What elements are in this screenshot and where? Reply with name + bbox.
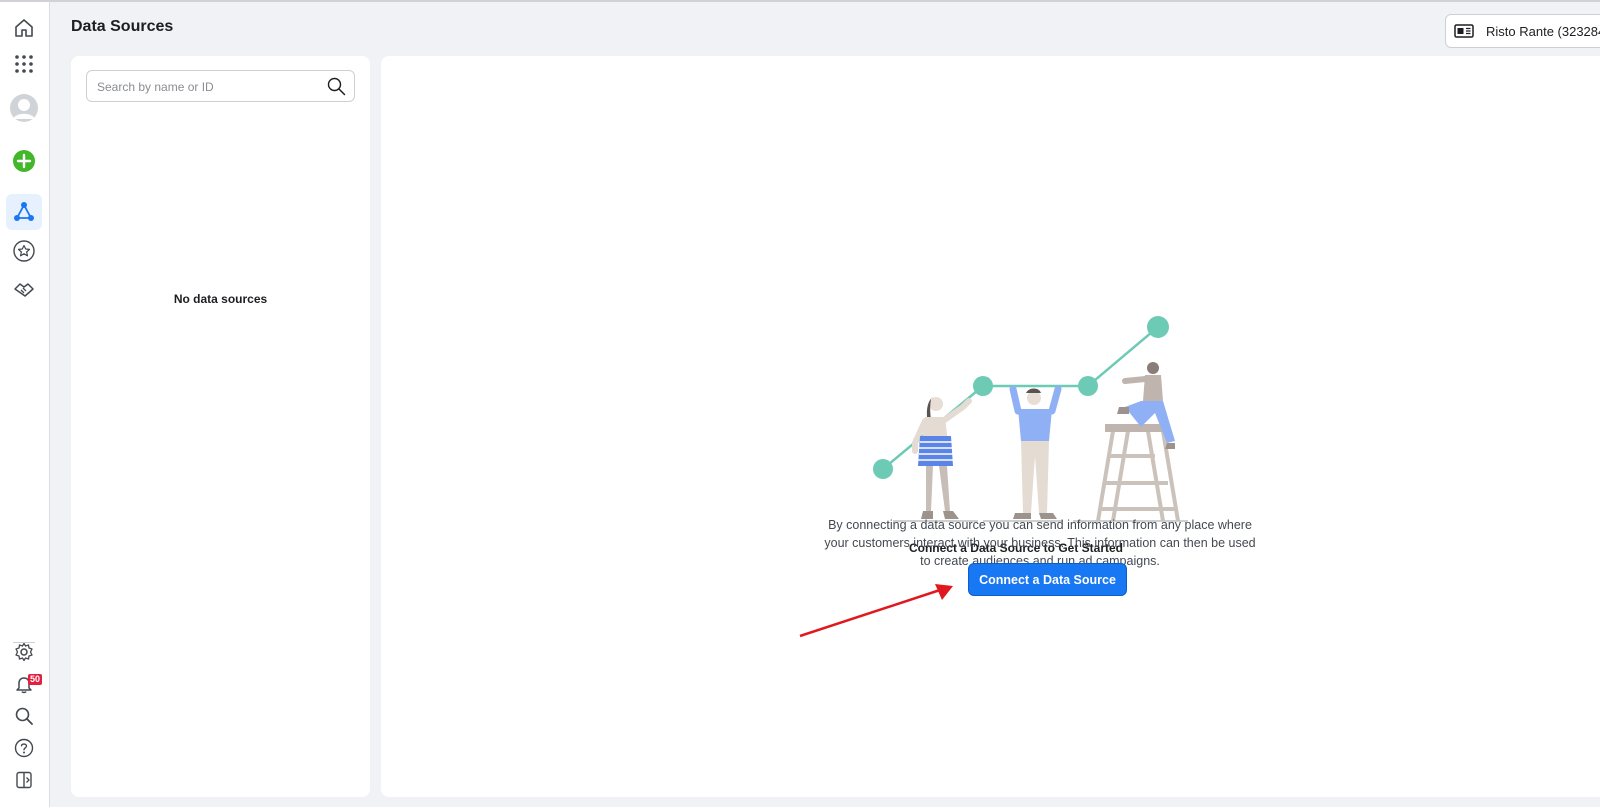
- business-account-switcher[interactable]: Risto Rante (3232845: [1445, 14, 1600, 48]
- empty-state-description: By connecting a data source you can send…: [824, 517, 1256, 568]
- help-icon: [14, 738, 34, 758]
- create-plus-icon: [13, 150, 35, 172]
- search-icon: [15, 707, 33, 725]
- search-input[interactable]: [95, 76, 319, 98]
- settings-gear-icon: [15, 642, 33, 662]
- top-border: [0, 0, 1600, 2]
- create-button[interactable]: [6, 143, 42, 179]
- star-icon: [13, 240, 35, 262]
- search-field[interactable]: [86, 70, 355, 102]
- panel-toggle-icon: [16, 771, 32, 789]
- panel-toggle-button[interactable]: [6, 762, 42, 798]
- data-sources-list-panel: No data sources: [71, 56, 370, 797]
- data-sources-icon: [14, 202, 34, 221]
- left-nav-rail: 50: [0, 2, 50, 807]
- favorites-nav[interactable]: [6, 233, 42, 269]
- search-icon[interactable]: [327, 77, 346, 96]
- profile-button[interactable]: [6, 90, 42, 126]
- all-tools-button[interactable]: [6, 46, 42, 82]
- avatar: [10, 94, 38, 122]
- settings-button[interactable]: [6, 634, 42, 670]
- data-connection-illustration: [873, 316, 1188, 522]
- notifications-button[interactable]: 50: [6, 666, 43, 702]
- empty-list-message: No data sources: [173, 292, 268, 306]
- business-account-name: Risto Rante (3232845: [1486, 23, 1600, 39]
- search-button[interactable]: [6, 698, 42, 734]
- connect-data-source-button[interactable]: Connect a Data Source: [968, 563, 1127, 596]
- apps-grid-icon: [15, 55, 33, 73]
- help-button[interactable]: [6, 730, 42, 766]
- home-icon: [15, 19, 33, 37]
- main-content-panel: Connect a Data Source to Get Started: [381, 56, 1600, 797]
- partners-nav[interactable]: [6, 271, 42, 307]
- page-title: Data Sources: [71, 18, 174, 35]
- handshake-icon: [14, 283, 34, 297]
- business-account-icon: [1454, 23, 1474, 39]
- annotation-arrow: [799, 584, 953, 638]
- home-button[interactable]: [6, 10, 42, 46]
- data-sources-nav[interactable]: [6, 194, 42, 230]
- notification-count-badge: 50: [28, 674, 43, 685]
